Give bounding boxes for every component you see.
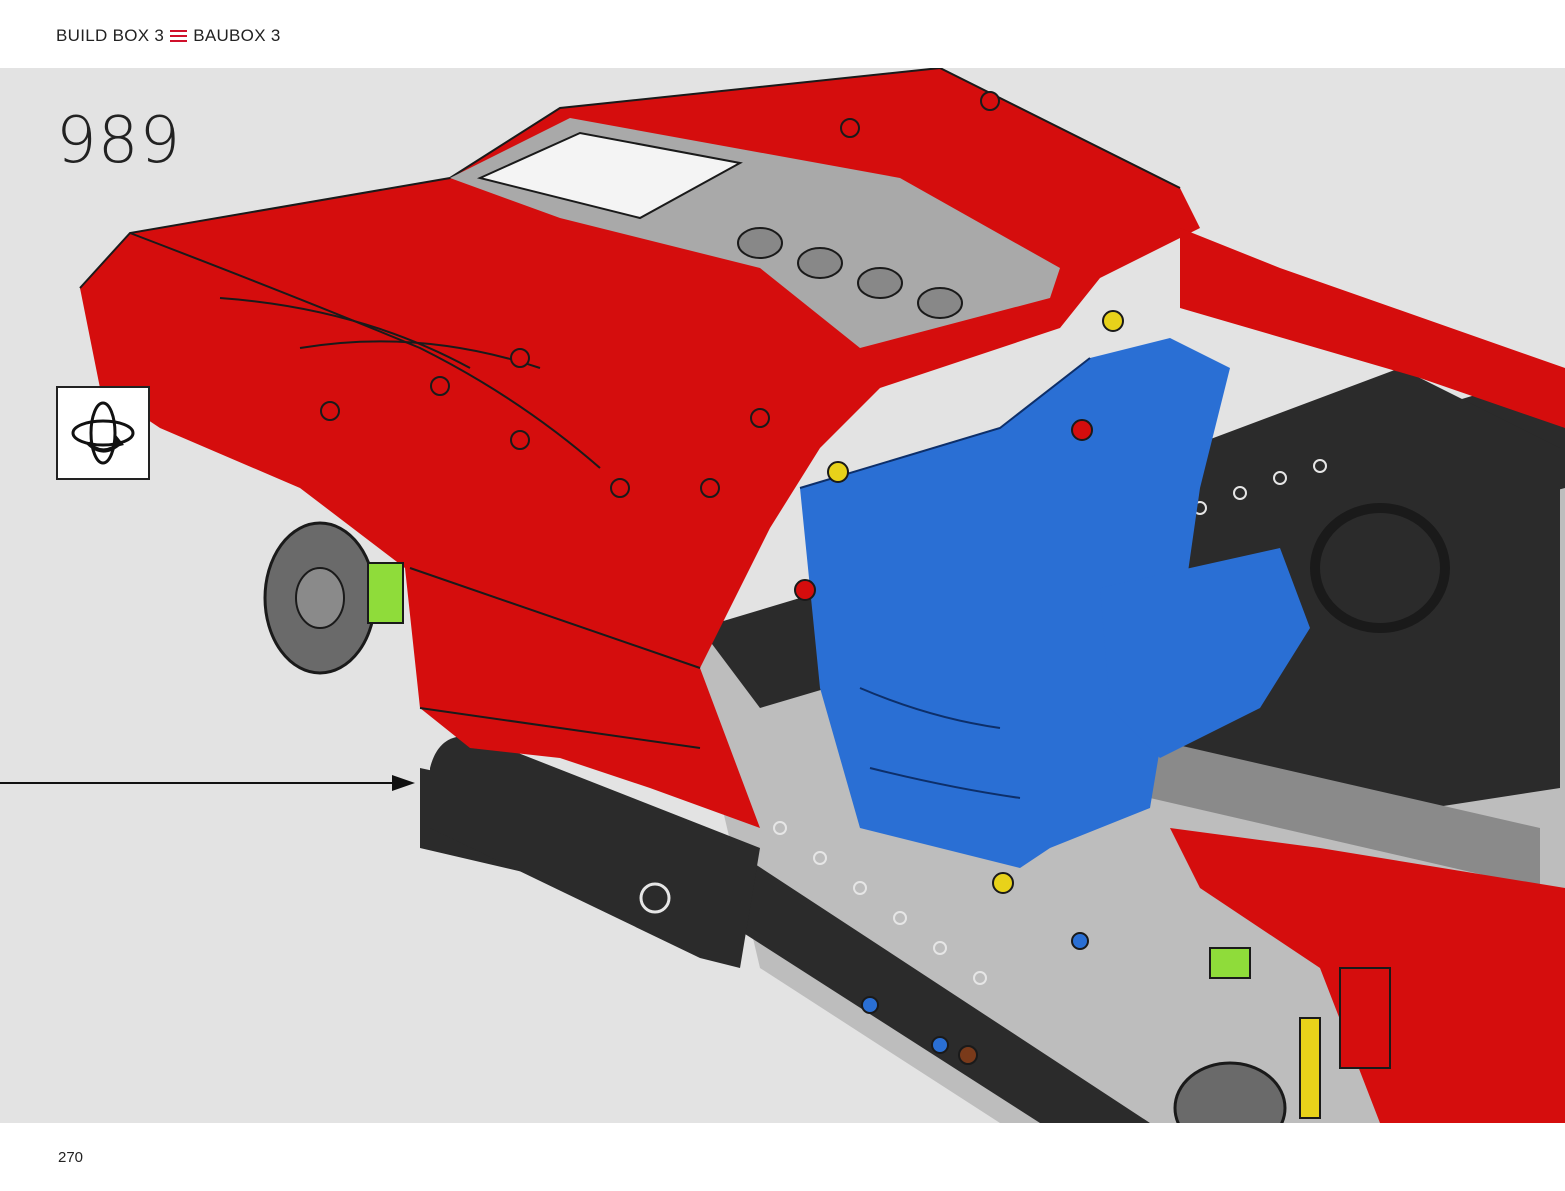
build-box-en: BUILD BOX 3 [56, 26, 165, 45]
rotate-model-icon [56, 386, 150, 480]
step-number: 989 [56, 104, 182, 178]
arrow-pointer [0, 775, 415, 791]
instruction-stage: 989 [0, 68, 1565, 1123]
page-header: BUILD BOX 3 BAUBOX 3 [0, 0, 1565, 68]
stripes-icon [170, 30, 188, 42]
build-box-de: BAUBOX 3 [193, 26, 281, 45]
lego-model-illustration [79, 68, 1565, 1123]
page-footer: 270 [0, 1123, 1565, 1191]
page-number: 270 [58, 1149, 84, 1166]
build-box-label: BUILD BOX 3 BAUBOX 3 [56, 26, 281, 46]
